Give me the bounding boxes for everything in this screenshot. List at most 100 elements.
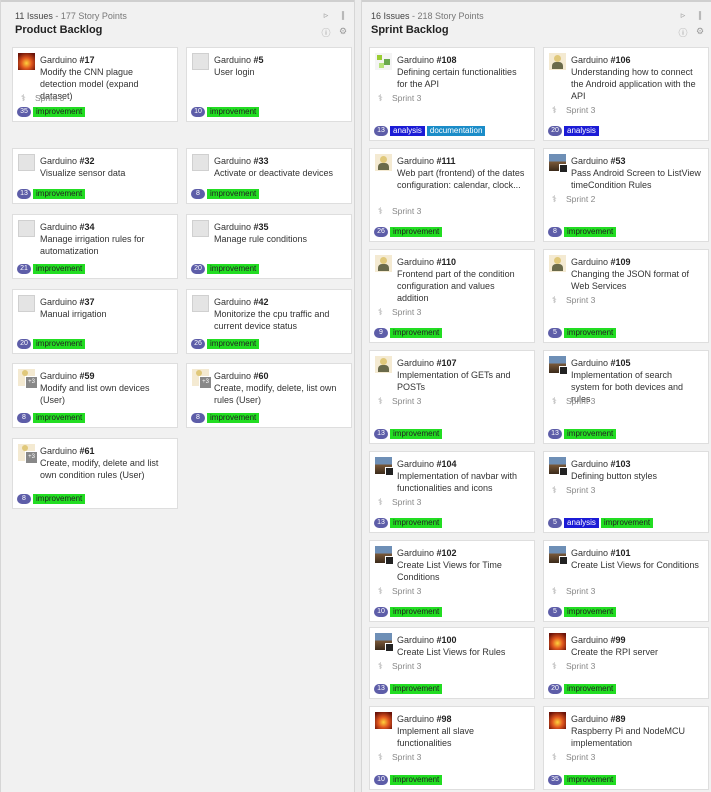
issue-number-link[interactable]: #89: [611, 714, 626, 724]
issue-card[interactable]: Garduino #42 Monitorize the cpu traffic a…: [186, 289, 352, 354]
issue-title[interactable]: Create the RPI server: [571, 646, 702, 658]
issue-number-link[interactable]: #101: [611, 548, 631, 558]
issue-card[interactable]: Garduino #109 Changing the JSON format of…: [543, 249, 709, 343]
label-improvement[interactable]: improvement: [207, 189, 260, 199]
issue-card[interactable]: Garduino #102 Create List Views for Time …: [369, 540, 535, 622]
label-documentation[interactable]: documentation: [426, 126, 486, 136]
issue-title[interactable]: Defining certain functionalities for the…: [397, 66, 528, 90]
label-analysis[interactable]: analysis: [564, 518, 599, 528]
issue-title[interactable]: Create List Views for Time Conditions: [397, 559, 528, 583]
issue-card[interactable]: Garduino #108 Defining certain functional…: [369, 47, 535, 141]
label-improvement[interactable]: improvement: [564, 775, 617, 785]
label-improvement[interactable]: improvement: [564, 429, 617, 439]
issue-number-link[interactable]: #105: [611, 358, 631, 368]
label-improvement[interactable]: improvement: [33, 107, 86, 117]
label-improvement[interactable]: improvement: [207, 413, 260, 423]
issue-card[interactable]: Garduino #105 Implementation of search sy…: [543, 350, 709, 444]
label-improvement[interactable]: improvement: [390, 607, 443, 617]
issue-title[interactable]: Implement all slave functionalities: [397, 725, 528, 749]
issue-number-link[interactable]: #60: [254, 371, 269, 381]
label-improvement[interactable]: improvement: [207, 339, 260, 349]
issue-number-link[interactable]: #53: [611, 156, 626, 166]
issue-title[interactable]: Raspberry Pi and NodeMCU implementation: [571, 725, 702, 749]
issue-title[interactable]: Modify and list own devices (User): [40, 382, 171, 406]
issue-number-link[interactable]: #37: [80, 297, 95, 307]
issue-card[interactable]: Garduino #98 Implement all slave function…: [369, 706, 535, 790]
issue-title[interactable]: Manage rule conditions: [214, 233, 345, 245]
issue-card[interactable]: Garduino #100 Create List Views for Rules…: [369, 627, 535, 699]
issue-card[interactable]: Garduino #101 Create List Views for Condi…: [543, 540, 709, 622]
gear-icon[interactable]: ⚙: [695, 26, 705, 39]
label-improvement[interactable]: improvement: [390, 227, 443, 237]
gear-icon[interactable]: ⚙: [338, 26, 348, 39]
collapse-icon[interactable]: ∥: [338, 10, 348, 21]
label-improvement[interactable]: improvement: [390, 775, 443, 785]
issue-number-link[interactable]: #42: [254, 297, 269, 307]
issue-title[interactable]: Visualize sensor data: [40, 167, 171, 179]
issue-number-link[interactable]: #34: [80, 222, 95, 232]
issue-title[interactable]: Create, modify, delete and list own cond…: [40, 457, 171, 481]
label-improvement[interactable]: improvement: [33, 494, 86, 504]
issue-card[interactable]: Garduino #107 Implementation of GETs and …: [369, 350, 535, 444]
issue-card[interactable]: Garduino #110 Frontend part of the condit…: [369, 249, 535, 343]
issue-number-link[interactable]: #17: [80, 55, 95, 65]
label-improvement[interactable]: improvement: [390, 328, 443, 338]
issue-number-link[interactable]: #104: [437, 459, 457, 469]
issue-number-link[interactable]: #99: [611, 635, 626, 645]
label-improvement[interactable]: improvement: [390, 518, 443, 528]
issue-number-link[interactable]: #103: [611, 459, 631, 469]
issue-title[interactable]: User login: [214, 66, 345, 78]
issue-title[interactable]: Pass Android Screen to ListView timeCond…: [571, 167, 702, 191]
issue-card[interactable]: Garduino #59Modify and list own devices …: [12, 363, 178, 428]
issue-card[interactable]: Garduino #34 Manage irrigation rules for …: [12, 214, 178, 279]
issue-number-link[interactable]: #110: [437, 257, 457, 267]
issue-card[interactable]: Garduino #53 Pass Android Screen to ListV…: [543, 148, 709, 242]
info-icon[interactable]: ⓘ: [321, 26, 331, 39]
issue-card[interactable]: Garduino #60Create, modify, delete, list…: [186, 363, 352, 428]
issue-title[interactable]: Manual irrigation: [40, 308, 171, 320]
issue-card[interactable]: Garduino #32 Visualize sensor data 13 impro…: [12, 148, 178, 204]
issue-number-link[interactable]: #5: [254, 55, 264, 65]
issue-title[interactable]: Monitorize the cpu traffic and current d…: [214, 308, 345, 332]
issue-number-link[interactable]: #98: [437, 714, 452, 724]
issue-card[interactable]: Garduino #106 Understanding how to connec…: [543, 47, 709, 141]
issue-card[interactable]: Garduino #61Create, modify, delete and l…: [12, 438, 178, 509]
label-improvement[interactable]: improvement: [207, 264, 260, 274]
issue-title[interactable]: Create List Views for Conditions: [571, 559, 702, 571]
issue-number-link[interactable]: #108: [437, 55, 457, 65]
move-to-top-icon[interactable]: ▹: [321, 10, 331, 21]
issue-card[interactable]: Garduino #104 Implementation of navbar wi…: [369, 451, 535, 533]
label-analysis[interactable]: analysis: [564, 126, 599, 136]
issue-card[interactable]: Garduino #5 User login 10 improvement: [186, 47, 352, 122]
issue-card[interactable]: Garduino #37 Manual irrigation 20 improveme…: [12, 289, 178, 354]
label-analysis[interactable]: analysis: [390, 126, 425, 136]
label-improvement[interactable]: improvement: [33, 189, 86, 199]
issue-number-link[interactable]: #32: [80, 156, 95, 166]
issue-title[interactable]: Frontend part of the condition configura…: [397, 268, 528, 304]
label-improvement[interactable]: improvement: [564, 607, 617, 617]
collapse-icon[interactable]: ∥: [695, 10, 705, 21]
issue-card[interactable]: Garduino #33 Activate or deactivate devic…: [186, 148, 352, 204]
issue-card[interactable]: Garduino #89 Raspberry Pi and NodeMCU imp…: [543, 706, 709, 790]
issue-number-link[interactable]: #59: [80, 371, 95, 381]
issue-title[interactable]: Web part (frontend) of the dates configu…: [397, 167, 528, 191]
issue-number-link[interactable]: #33: [254, 156, 269, 166]
label-improvement[interactable]: improvement: [207, 107, 260, 117]
issue-number-link[interactable]: #111: [437, 156, 456, 166]
label-improvement[interactable]: improvement: [33, 413, 86, 423]
label-improvement[interactable]: improvement: [33, 339, 86, 349]
issue-title[interactable]: Create, modify, delete, list own rules (…: [214, 382, 345, 406]
issue-title[interactable]: Changing the JSON format of Web Services: [571, 268, 702, 292]
label-improvement[interactable]: improvement: [390, 684, 443, 694]
label-improvement[interactable]: improvement: [33, 264, 86, 274]
issue-number-link[interactable]: #107: [437, 358, 457, 368]
issue-card[interactable]: Garduino #99Create the RPI server Sprint …: [543, 627, 709, 699]
issue-number-link[interactable]: #109: [611, 257, 631, 267]
label-improvement[interactable]: improvement: [390, 429, 443, 439]
issue-card[interactable]: Garduino #103Defining button styles Sprin…: [543, 451, 709, 533]
issue-title[interactable]: Implementation of navbar with functional…: [397, 470, 528, 494]
issue-card[interactable]: Garduino #35 Manage rule conditions 20 impr…: [186, 214, 352, 279]
issue-card[interactable]: Garduino #17 Modify the CNN plague detect…: [12, 47, 178, 122]
label-improvement[interactable]: improvement: [564, 227, 617, 237]
label-improvement[interactable]: improvement: [564, 328, 617, 338]
